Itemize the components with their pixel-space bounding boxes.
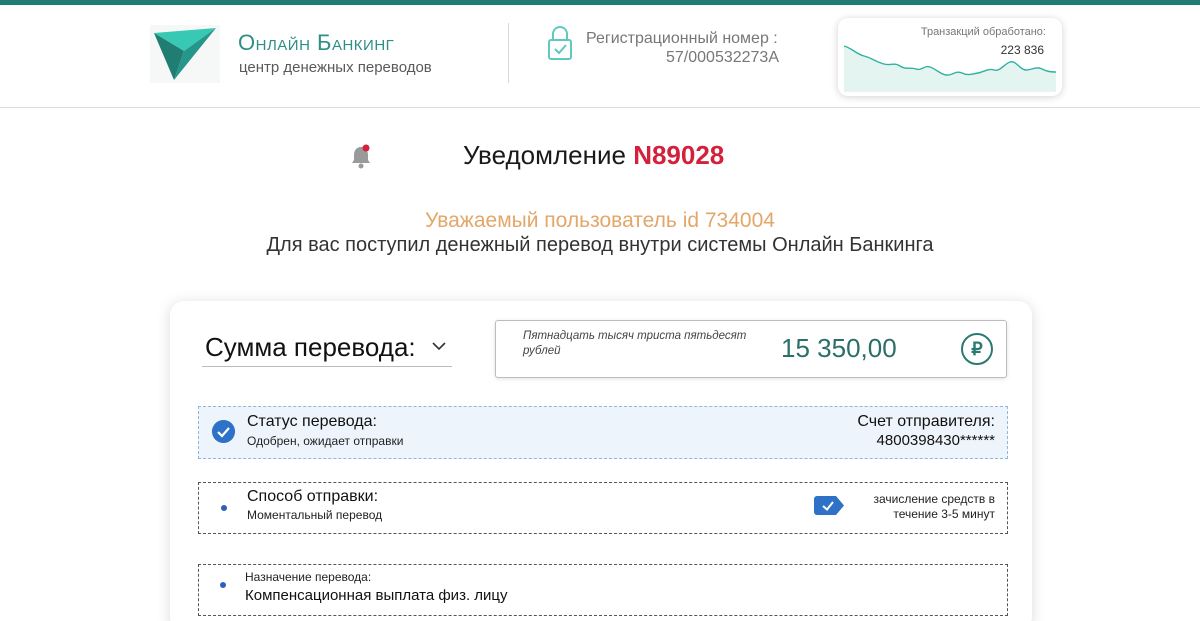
amount-select-label: Сумма перевода: <box>205 332 416 362</box>
notification-message: Для вас поступил денежный перевод внутри… <box>266 234 934 256</box>
header-divider <box>508 23 509 83</box>
status-label: Статус перевода: <box>247 413 377 430</box>
method-note: зачисление средств в течение 3-5 минут <box>873 492 995 521</box>
sender-account-value: 4800398430****** <box>876 432 995 449</box>
logo-icon[interactable] <box>150 25 220 83</box>
status-row: Статус перевода: Одобрен, ожидает отправ… <box>198 406 1008 459</box>
brand-title[interactable]: Онлайн Банкинг <box>238 30 394 56</box>
purpose-value: Компенсационная выплата физ. лицу <box>245 587 508 604</box>
bullet-dot <box>221 505 227 511</box>
amount-box: Пятнадцать тысяч триста пятьдесят рублей… <box>495 320 1007 378</box>
bell-icon[interactable] <box>350 143 372 169</box>
method-label: Способ отправки: <box>247 488 379 505</box>
sender-account-label: Счет отправителя: <box>857 413 995 430</box>
amount-select[interactable]: Сумма перевода: <box>202 331 452 367</box>
bullet-dot <box>220 582 226 588</box>
transfer-card: Сумма перевода: Пятнадцать тысяч триста … <box>170 301 1032 621</box>
registration-label: Регистрационный номер : <box>586 30 778 47</box>
method-value: Моментальный перевод <box>247 508 383 522</box>
transactions-label: Транзакций обработано: <box>920 26 1046 38</box>
amount-in-words: Пятнадцать тысяч триста пятьдесят рублей <box>523 330 747 357</box>
purpose-row: Назначение перевода: Компенсационная вып… <box>198 564 1008 616</box>
notification-title-text: Уведомление <box>463 140 626 170</box>
check-circle-icon <box>212 420 235 443</box>
amount-value: 15 350,00 <box>781 333 897 363</box>
check-badge-icon <box>814 496 844 515</box>
transactions-count: 223 836 <box>1000 43 1044 57</box>
notification-number: N89028 <box>633 140 725 170</box>
purpose-label: Назначение перевода: <box>245 570 372 584</box>
chevron-down-icon <box>432 342 446 351</box>
brand-subtitle: центр денежных переводов <box>239 59 432 76</box>
status-value: Одобрен, ожидает отправки <box>247 434 404 448</box>
site-header: Онлайн Банкинг центр денежных переводов … <box>0 5 1200 108</box>
lock-icon <box>548 26 572 60</box>
transactions-card: Транзакций обработано: 223 836 <box>838 18 1062 96</box>
notification-title: Уведомление N89028 <box>463 140 724 171</box>
method-row: Способ отправки: Моментальный перевод за… <box>198 482 1008 534</box>
ruble-icon: ₽ <box>961 333 993 365</box>
greeting: Уважаемый пользователь id 734004 <box>425 209 775 232</box>
registration-number: 57/000532273А <box>666 49 779 66</box>
